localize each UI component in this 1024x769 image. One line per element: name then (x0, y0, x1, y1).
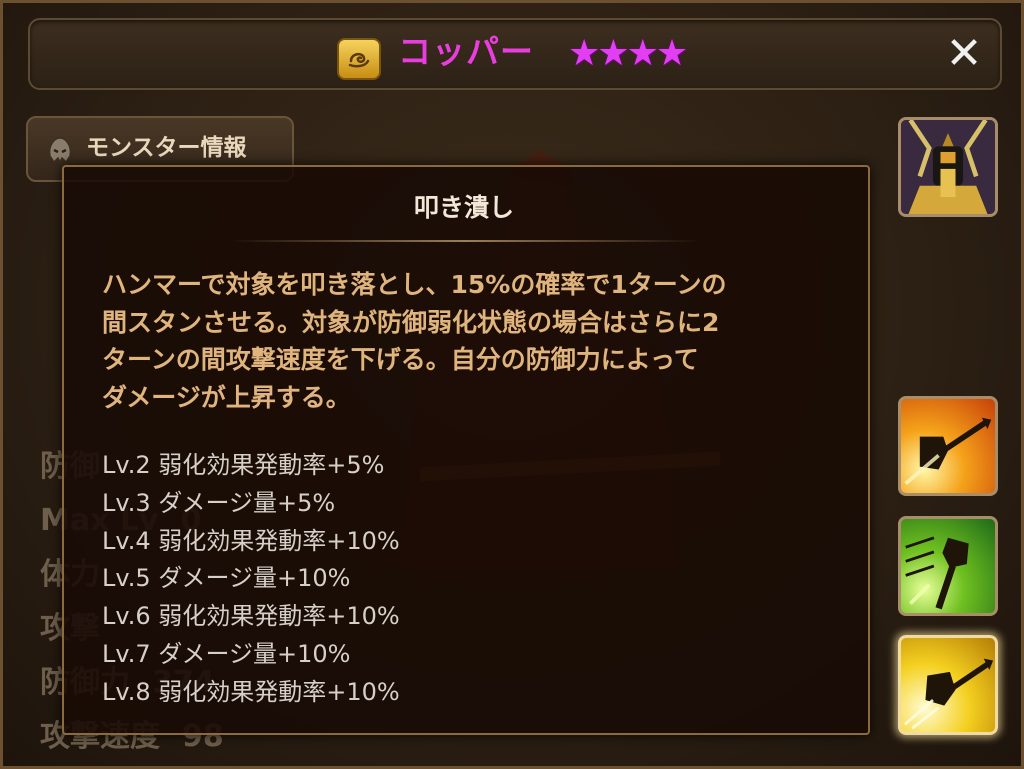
monster-name: コッパー (398, 32, 534, 71)
level-item: Lv.2 弱化効果発動率+5% (102, 451, 385, 479)
level-item: Lv.7 ダメージ量+10% (102, 639, 351, 668)
tab-monster-info-label: モンスター情報 (86, 135, 247, 161)
hammer-skill-2-icon (905, 536, 969, 610)
close-button[interactable]: ✕ (940, 30, 988, 78)
monster-portrait[interactable] (898, 117, 998, 217)
level-item: Lv.4 弱化効果発動率+10% (102, 526, 400, 555)
skill-2-button[interactable] (898, 516, 998, 616)
star-rating: ★ ★ ★ ★ (568, 33, 689, 74)
level-item: Lv.5 ダメージ量+10% (102, 564, 351, 593)
skill-description: ハンマーで対象を叩き落とし、15%の確率で1ターンの 間スタンさせる。対象が防御… (102, 266, 842, 416)
hammer-skill-3-icon (903, 658, 994, 730)
helmet-icon (48, 137, 72, 164)
close-icon: ✕ (945, 28, 983, 79)
wind-element-icon (337, 38, 381, 80)
level-item: Lv.6 弱化効果発動率+10% (102, 602, 400, 631)
star-icon: ★ (597, 33, 630, 74)
description-line: ターンの間攻撃速度を下げる。自分の防御力によって (102, 345, 699, 374)
hammer-skill-1-icon (904, 417, 992, 486)
description-line: ダメージが上昇する。 (102, 382, 351, 412)
description-line: ハンマーで対象を叩き落とし、15%の確率で1ターンの (102, 270, 727, 299)
level-item: Lv.3 ダメージ量+5% (102, 488, 336, 517)
star-icon: ★ (655, 33, 689, 74)
star-icon: ★ (568, 33, 601, 74)
monster-portrait-icon (901, 120, 995, 214)
level-item: Lv.8 弱化効果発動率+10% (102, 677, 400, 706)
skill-title: 叩き潰し (413, 193, 514, 222)
star-icon: ★ (626, 33, 659, 74)
skill-1-button[interactable] (898, 396, 998, 496)
skill-3-button[interactable] (898, 635, 998, 735)
description-line: 間スタンさせる。対象が防御弱化状態の場合はさらに2 (102, 307, 720, 337)
skill-level-list: Lv.2 弱化効果発動率+5% Lv.3 ダメージ量+5% Lv.4 弱化効果発… (102, 447, 622, 712)
divider (230, 240, 700, 242)
